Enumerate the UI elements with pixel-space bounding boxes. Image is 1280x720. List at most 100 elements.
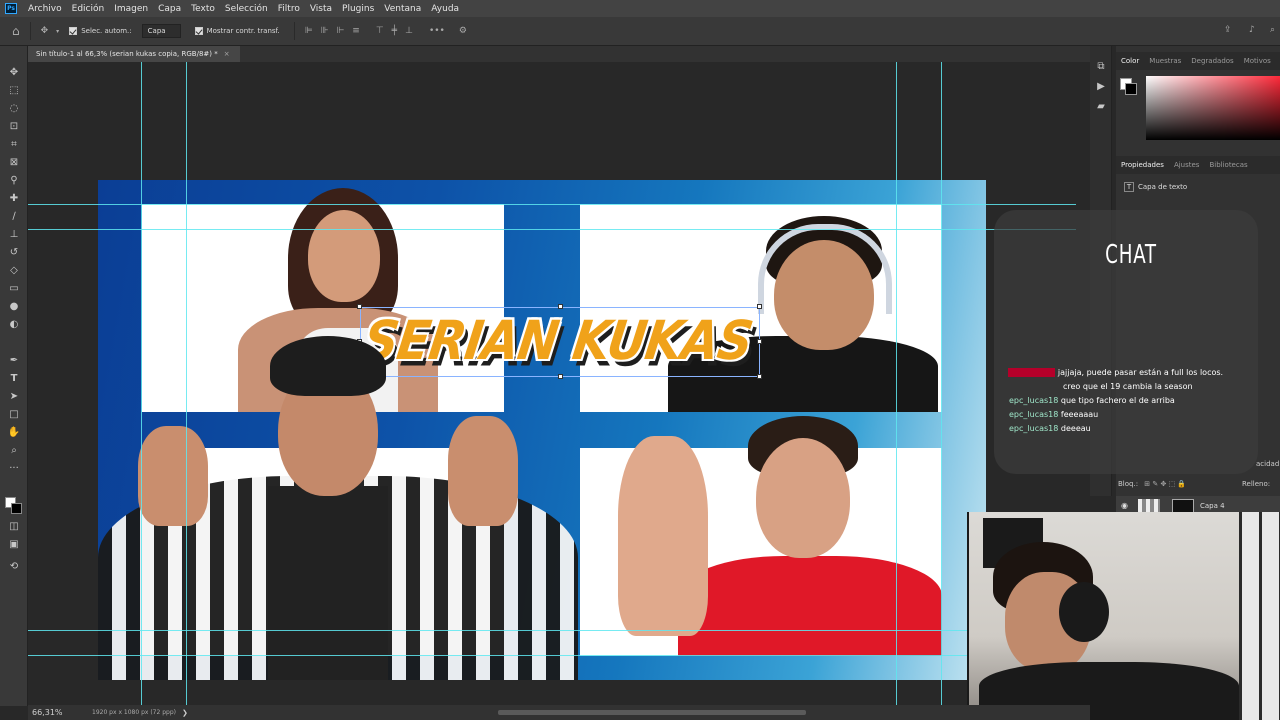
rectangle-tool-icon[interactable]: □ [6, 408, 22, 422]
comment-icon[interactable]: ▰ [1093, 100, 1109, 114]
text-layer-label: Capa de texto [1138, 183, 1188, 191]
horizontal-scrollbar[interactable] [498, 710, 806, 715]
path-select-tool-icon[interactable]: ➤ [6, 390, 22, 404]
black-cap [270, 336, 386, 396]
menu-ventana[interactable]: Ventana [379, 4, 426, 14]
red-shirt [678, 556, 942, 656]
guide-horizontal[interactable] [28, 229, 1076, 230]
move-tool-icon[interactable]: ✥ [6, 66, 22, 80]
transform-handle[interactable] [757, 304, 762, 309]
dodge-tool-icon[interactable]: ◐ [6, 318, 22, 332]
frame-tool-icon[interactable]: ⊠ [6, 156, 22, 170]
gear-icon[interactable]: ⚙ [459, 26, 467, 36]
hand-tool-icon[interactable]: ✋ [6, 426, 22, 440]
zoom-level[interactable]: 66,31% [32, 708, 92, 717]
guide-horizontal[interactable] [28, 204, 1076, 205]
tab-swatches[interactable]: Muestras [1144, 57, 1186, 65]
chat-message: xxxxxxxxxx jajjaja, puede pasar están a … [1008, 368, 1223, 377]
zoom-tool-icon[interactable]: ⌕ [6, 444, 22, 458]
stamp-tool-icon[interactable]: ⊥ [6, 228, 22, 242]
lock-label: Bloq.: [1118, 480, 1139, 488]
home-icon[interactable]: ⌂ [12, 24, 20, 38]
tab-properties[interactable]: Propiedades [1116, 161, 1169, 169]
auto-select-dropdown[interactable]: Capa [141, 24, 181, 38]
align-bottom-icon[interactable]: ⊥ [405, 26, 413, 36]
artboard-icon[interactable]: ⟲ [6, 560, 22, 574]
peace-hand [618, 436, 708, 636]
peace-hand-right [448, 416, 518, 526]
show-transform-checkbox[interactable] [194, 27, 203, 35]
guide-horizontal[interactable] [28, 655, 1076, 656]
guide-vertical[interactable] [896, 62, 897, 705]
lock-icons[interactable]: ⊞ ✎ ✥ ⬚ 🔒 [1144, 480, 1186, 488]
more-tools-icon[interactable]: ··· [6, 462, 22, 476]
align-top-icon[interactable]: ⊤ [376, 26, 384, 36]
gradient-tool-icon[interactable]: ▭ [6, 282, 22, 296]
auto-select-label: Selec. autom.: [81, 27, 132, 35]
align-middle-icon[interactable]: ╪ [392, 26, 397, 36]
menu-plugins[interactable]: Plugins [337, 4, 379, 14]
menu-texto[interactable]: Texto [186, 4, 220, 14]
menu-edicion[interactable]: Edición [67, 4, 110, 14]
more-options-icon[interactable]: ••• [429, 26, 445, 36]
history-icon[interactable]: ⧉ [1093, 60, 1109, 74]
type-tool-icon[interactable]: T [6, 372, 22, 386]
transform-handle[interactable] [558, 304, 563, 309]
text-layer-row: T Capa de texto [1124, 182, 1187, 192]
history-brush-tool-icon[interactable]: ↺ [6, 246, 22, 260]
quick-mask-icon[interactable]: ◫ [6, 520, 22, 534]
tab-gradients[interactable]: Degradados [1186, 57, 1238, 65]
quick-select-tool-icon[interactable]: ⊡ [6, 120, 22, 134]
distribute-icon[interactable]: ≡ [352, 26, 360, 36]
crop-tool-icon[interactable]: ⌗ [6, 138, 22, 152]
share-icon[interactable]: ⇪ [1224, 25, 1232, 35]
menu-ayuda[interactable]: Ayuda [426, 4, 464, 14]
close-icon[interactable]: × [224, 50, 230, 58]
transform-handle[interactable] [757, 374, 762, 379]
document-info[interactable]: 1920 px x 1080 px (72 ppp) [92, 709, 176, 716]
menu-seleccion[interactable]: Selección [220, 4, 273, 14]
lasso-tool-icon[interactable]: ◌ [6, 102, 22, 116]
eyedropper-tool-icon[interactable]: ⚲ [6, 174, 22, 188]
brush-tool-icon[interactable]: ∕ [6, 210, 22, 224]
background-swatch[interactable] [1125, 83, 1137, 95]
background-color-swatch[interactable] [11, 503, 22, 514]
eraser-tool-icon[interactable]: ◇ [6, 264, 22, 278]
screen-mode-icon[interactable]: ▣ [6, 538, 22, 552]
menu-imagen[interactable]: Imagen [109, 4, 153, 14]
play-icon[interactable]: ▶ [1093, 80, 1109, 94]
pen-tool-icon[interactable]: ✒ [6, 354, 22, 368]
color-picker-field[interactable] [1146, 76, 1280, 140]
tab-adjustments[interactable]: Ajustes [1169, 161, 1205, 169]
search-icon[interactable]: ⌕ [1270, 25, 1275, 35]
chevron-right-icon[interactable]: ❯ [182, 709, 188, 717]
eye-icon[interactable]: ◉ [1121, 501, 1128, 510]
healing-brush-tool-icon[interactable]: ✚ [6, 192, 22, 206]
align-center-icon[interactable]: ⊪ [321, 26, 329, 36]
tab-libraries[interactable]: Bibliotecas [1204, 161, 1252, 169]
guide-vertical[interactable] [186, 62, 187, 705]
blur-tool-icon[interactable]: ● [6, 300, 22, 314]
tab-color[interactable]: Color [1116, 57, 1144, 65]
person-bottom-right [598, 416, 942, 656]
menu-archivo[interactable]: Archivo [23, 4, 67, 14]
menu-vista[interactable]: Vista [305, 4, 337, 14]
align-left-icon[interactable]: ⊫ [305, 26, 313, 36]
align-right-icon[interactable]: ⊩ [336, 26, 344, 36]
guide-horizontal[interactable] [28, 630, 1076, 631]
tab-patterns[interactable]: Motivos [1239, 57, 1276, 65]
marquee-tool-icon[interactable]: ⬚ [6, 84, 22, 98]
chat-title: CHAT [1105, 240, 1157, 270]
chevron-down-icon[interactable]: ▾ [56, 28, 59, 35]
menu-capa[interactable]: Capa [153, 4, 186, 14]
canvas-area[interactable]: SERIAN KUKAS [28, 62, 1076, 705]
move-tool-icon[interactable]: ✥ [41, 26, 49, 36]
document-tab[interactable]: Sin título-1 al 66,3% (serian kukas copi… [28, 46, 240, 62]
guide-vertical[interactable] [141, 62, 142, 705]
transform-handle[interactable] [757, 339, 762, 344]
auto-select-checkbox[interactable] [69, 27, 78, 35]
guide-vertical[interactable] [941, 62, 942, 705]
bell-icon[interactable]: ♪ [1249, 25, 1255, 35]
menu-filtro[interactable]: Filtro [273, 4, 305, 14]
transform-handle[interactable] [357, 304, 362, 309]
